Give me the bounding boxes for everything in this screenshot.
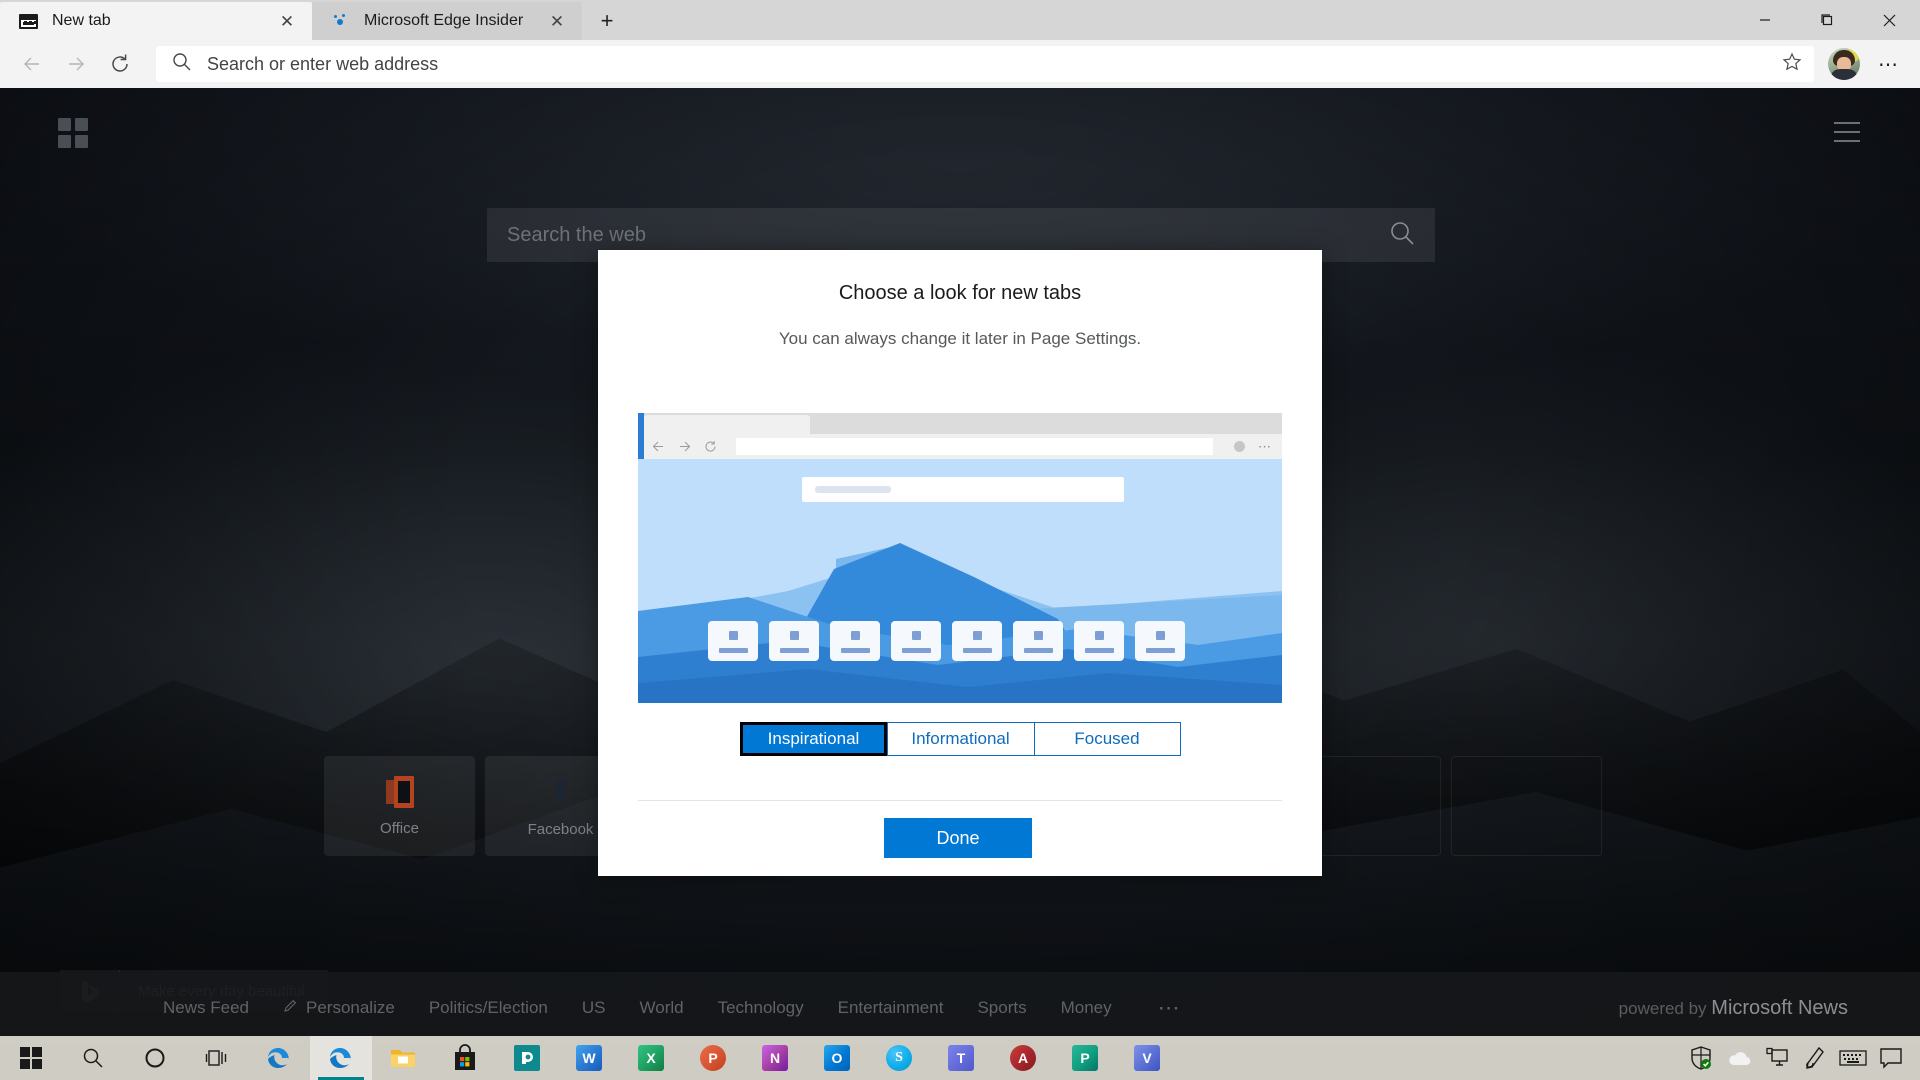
modal-overlay: Choose a look for new tabs You can alway… <box>0 0 1920 1080</box>
task-view-icon[interactable] <box>186 1036 248 1080</box>
system-tray <box>1684 1036 1920 1080</box>
preview-search-box <box>802 477 1124 502</box>
preview-tiles <box>708 621 1185 661</box>
excel-icon[interactable]: X <box>620 1036 682 1080</box>
option-informational[interactable]: Informational <box>886 722 1034 756</box>
preview-tile <box>830 621 880 661</box>
edge-icon[interactable] <box>248 1036 310 1080</box>
search-icon[interactable] <box>62 1036 124 1080</box>
preview-browser-chrome: ⋯ <box>638 413 1282 459</box>
preview-tile <box>708 621 758 661</box>
outlook-icon[interactable]: O <box>806 1036 868 1080</box>
microsoft-store-icon[interactable] <box>434 1036 496 1080</box>
cortana-icon[interactable] <box>124 1036 186 1080</box>
dialog-title: Choose a look for new tabs <box>838 282 1082 304</box>
pen-icon[interactable] <box>1798 1036 1832 1080</box>
preview-page-body <box>638 459 1282 703</box>
word-icon[interactable]: W <box>558 1036 620 1080</box>
look-options: Inspirational Informational Focused <box>638 722 1282 756</box>
choose-look-dialog: Choose a look for new tabs You can alway… <box>598 250 1322 876</box>
preview-tile <box>1013 621 1063 661</box>
preview-avatar <box>1234 441 1245 452</box>
preview-refresh-icon <box>705 441 716 452</box>
visio-icon[interactable]: V <box>1116 1036 1178 1080</box>
action-center-icon[interactable] <box>1874 1036 1908 1080</box>
preview-tile <box>1135 621 1185 661</box>
preview-tab-row <box>644 413 1282 434</box>
preview-tab <box>644 415 810 434</box>
option-focused[interactable]: Focused <box>1033 722 1181 756</box>
teams-icon[interactable]: T <box>930 1036 992 1080</box>
access-icon[interactable]: A <box>992 1036 1054 1080</box>
display-icon[interactable] <box>1760 1036 1794 1080</box>
edge-insider-icon[interactable] <box>310 1036 372 1080</box>
windows-taskbar: W X P N O S T A P V <box>0 1036 1920 1080</box>
new-tab-preview-image: ⋯ <box>638 413 1282 703</box>
preview-toolbar: ⋯ <box>644 434 1282 459</box>
taskbar-items: W X P N O S T A P V <box>0 1036 1178 1080</box>
touch-keyboard-icon[interactable] <box>1836 1036 1870 1080</box>
publisher-icon[interactable]: P <box>1054 1036 1116 1080</box>
segmented-control: Inspirational Informational Focused <box>739 722 1181 756</box>
preview-address-bar <box>736 438 1213 455</box>
preview-tile <box>1074 621 1124 661</box>
option-inspirational[interactable]: Inspirational <box>739 722 887 756</box>
skype-icon[interactable]: S <box>868 1036 930 1080</box>
dialog-divider <box>638 800 1282 801</box>
powerpoint-icon[interactable]: P <box>682 1036 744 1080</box>
preview-forward-arrow-icon <box>680 441 691 452</box>
windows-start-icon[interactable] <box>0 1036 62 1080</box>
onedrive-icon[interactable] <box>1722 1036 1756 1080</box>
screen: New tab ✕ Microsoft Edge Insider ✕ + Sea… <box>0 0 1920 1080</box>
preview-tile <box>891 621 941 661</box>
done-button[interactable]: Done <box>884 818 1032 858</box>
onenote-icon[interactable]: N <box>744 1036 806 1080</box>
preview-tile <box>952 621 1002 661</box>
windows-defender-icon[interactable] <box>1684 1036 1718 1080</box>
file-explorer-icon[interactable] <box>372 1036 434 1080</box>
preview-tile <box>769 621 819 661</box>
preview-back-arrow-icon <box>652 441 663 452</box>
preview-more-icon: ⋯ <box>1258 438 1272 454</box>
power-bi-icon[interactable] <box>496 1036 558 1080</box>
dialog-subtitle: You can always change it later in Page S… <box>778 329 1142 348</box>
